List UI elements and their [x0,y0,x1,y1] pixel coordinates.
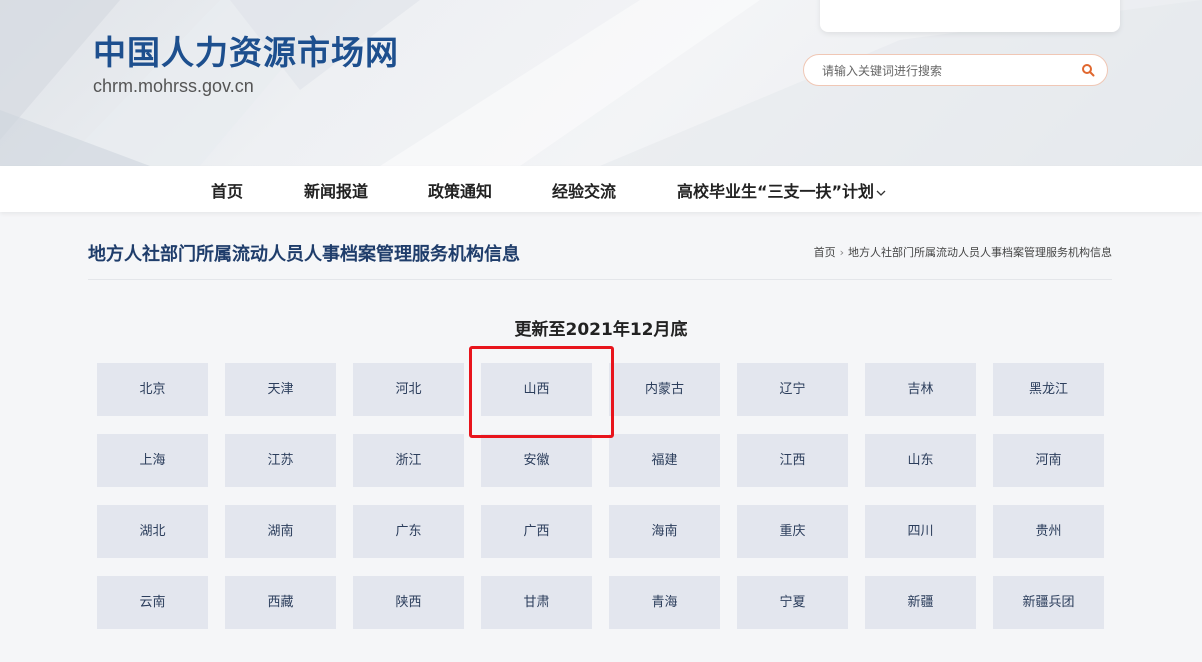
breadcrumb: 首页 › 地方人社部门所属流动人员人事档案管理服务机构信息 [814,244,1112,260]
province-button[interactable]: 四川 [865,505,976,558]
search-box [803,54,1108,86]
site-header: 中国人力资源市场网 chrm.mohrss.gov.cn [0,0,1202,166]
province-button[interactable]: 宁夏 [737,576,848,629]
update-date-heading: 更新至2021年12月底 [514,320,688,340]
province-button[interactable]: 湖北 [97,505,208,558]
province-button[interactable]: 海南 [609,505,720,558]
title-divider [88,279,1112,280]
search-icon[interactable] [1081,63,1095,77]
province-button[interactable]: 北京 [97,363,208,416]
province-button[interactable]: 内蒙古 [609,363,720,416]
province-button[interactable]: 湖南 [225,505,336,558]
province-button[interactable]: 河北 [353,363,464,416]
province-button[interactable]: 河南 [993,434,1104,487]
nav-item-graduate-program[interactable]: 高校毕业生“三支一扶”计划 [677,178,886,202]
province-button[interactable]: 云南 [97,576,208,629]
province-button[interactable]: 青海 [609,576,720,629]
province-button[interactable]: 贵州 [993,505,1104,558]
province-button[interactable]: 广西 [481,505,592,558]
province-button[interactable]: 西藏 [225,576,336,629]
nav-item-graduate-program-label: 高校毕业生“三支一扶”计划 [677,182,875,201]
province-button[interactable]: 吉林 [865,363,976,416]
province-button[interactable]: 广东 [353,505,464,558]
province-button[interactable]: 江西 [737,434,848,487]
province-button[interactable]: 重庆 [737,505,848,558]
page-title: 地方人社部门所属流动人员人事档案管理服务机构信息 [88,244,520,265]
province-button[interactable]: 黑龙江 [993,363,1104,416]
province-button[interactable]: 江苏 [225,434,336,487]
breadcrumb-separator-icon: › [839,246,844,259]
chevron-down-icon [876,190,886,196]
province-button[interactable]: 新疆兵团 [993,576,1104,629]
search-input[interactable] [822,61,1072,81]
nav-item-policy[interactable]: 政策通知 [428,178,492,202]
province-button[interactable]: 甘肃 [481,576,592,629]
province-button[interactable]: 辽宁 [737,363,848,416]
breadcrumb-home[interactable]: 首页 [814,246,836,259]
province-button[interactable]: 福建 [609,434,720,487]
breadcrumb-current[interactable]: 地方人社部门所属流动人员人事档案管理服务机构信息 [848,246,1112,259]
province-button[interactable]: 浙江 [353,434,464,487]
nav-item-home[interactable]: 首页 [211,178,243,202]
province-button[interactable]: 新疆 [865,576,976,629]
province-button[interactable]: 山西 [481,363,592,416]
province-button[interactable]: 上海 [97,434,208,487]
main-nav: 首页 新闻报道 政策通知 经验交流 高校毕业生“三支一扶”计划 [0,166,1202,212]
province-button[interactable]: 安徽 [481,434,592,487]
top-info-card [820,0,1120,32]
nav-item-news[interactable]: 新闻报道 [304,178,368,202]
site-logo-title[interactable]: 中国人力资源市场网 [93,26,399,74]
province-button[interactable]: 陕西 [353,576,464,629]
province-button[interactable]: 山东 [865,434,976,487]
province-button[interactable]: 天津 [225,363,336,416]
nav-item-experience[interactable]: 经验交流 [552,178,616,202]
site-domain: chrm.mohrss.gov.cn [93,76,254,96]
